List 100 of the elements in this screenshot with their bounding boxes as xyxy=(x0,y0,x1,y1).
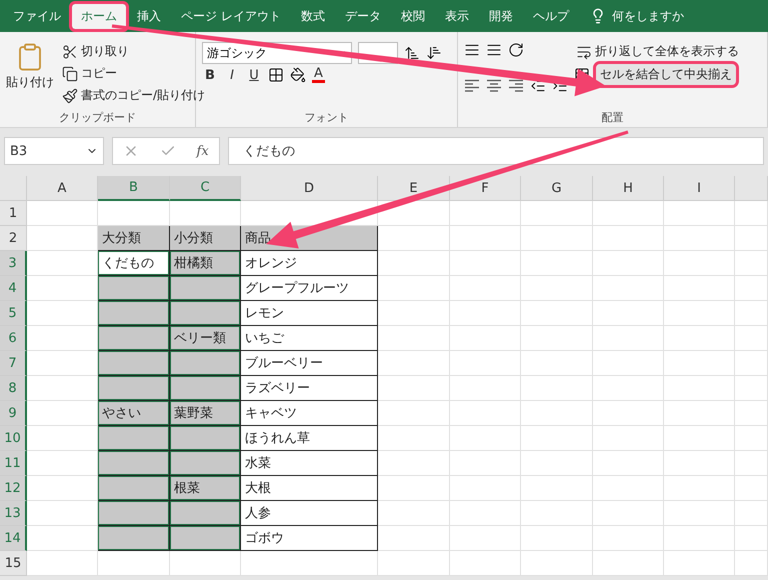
row-header[interactable]: 2 xyxy=(0,226,27,251)
align-right-icon[interactable] xyxy=(508,79,524,93)
table-cell xyxy=(450,426,521,451)
ribbon-tab[interactable]: ヘルプ xyxy=(524,4,578,28)
underline-button[interactable]: U xyxy=(246,68,262,82)
group-label: フォント xyxy=(304,110,348,125)
table-cell: 大分類 xyxy=(98,226,170,251)
align-middle-icon xyxy=(486,42,502,58)
table-cell xyxy=(521,301,593,326)
paste-button[interactable]: 貼り付け xyxy=(6,42,54,110)
table-cell: ゴボウ xyxy=(241,526,378,551)
copy-button[interactable]: コピー xyxy=(60,64,119,83)
table-cell xyxy=(27,401,98,426)
formula-field[interactable]: くだもの xyxy=(228,137,764,165)
table-cell xyxy=(521,326,593,351)
merge-center-button[interactable]: セルを結合して中央揃え xyxy=(596,64,736,85)
row-header[interactable]: 6 xyxy=(0,326,27,351)
table-cell xyxy=(450,301,521,326)
table-cell xyxy=(378,526,450,551)
row-header[interactable]: 13 xyxy=(0,501,27,526)
table-cell xyxy=(450,326,521,351)
format-painter-button[interactable]: 書式のコピー/貼り付け xyxy=(60,86,208,105)
borders-icon xyxy=(268,67,284,83)
ribbon-tab[interactable]: 開発 xyxy=(480,4,522,28)
ribbon-tab[interactable]: ホーム xyxy=(72,4,126,28)
table-cell xyxy=(593,526,664,551)
table-cell xyxy=(27,276,98,301)
row-header[interactable]: 12 xyxy=(0,476,27,501)
table-cell xyxy=(735,301,768,326)
ribbon-tab[interactable]: ファイル xyxy=(4,4,70,28)
align-center-icon[interactable] xyxy=(486,79,502,93)
table-cell xyxy=(378,326,450,351)
table-cell: 根菜 xyxy=(170,476,241,501)
table-cell xyxy=(378,476,450,501)
table-cell xyxy=(593,201,664,226)
table-cell xyxy=(378,251,450,276)
column-header[interactable]: I xyxy=(664,176,735,201)
table-cell xyxy=(27,201,98,226)
align-top-icon xyxy=(464,42,480,58)
table-cell xyxy=(450,226,521,251)
table-cell xyxy=(450,451,521,476)
row-header[interactable]: 11 xyxy=(0,451,27,476)
bold-button[interactable]: B xyxy=(202,68,218,82)
ribbon-tab[interactable]: 挿入 xyxy=(128,4,170,28)
table-cell xyxy=(521,426,593,451)
table-cell xyxy=(27,451,98,476)
table-cell xyxy=(521,201,593,226)
table-cell xyxy=(735,326,768,351)
table-cell xyxy=(664,526,735,551)
tell-me-field[interactable]: 何をしますか xyxy=(612,8,684,24)
table-cell xyxy=(664,301,735,326)
ribbon-tab[interactable]: 表示 xyxy=(436,4,478,28)
ribbon-tab[interactable]: データ xyxy=(336,4,390,28)
table-cell xyxy=(450,526,521,551)
table-cell xyxy=(521,251,593,276)
row-header[interactable]: 15 xyxy=(0,551,27,576)
column-header[interactable]: D xyxy=(241,176,378,201)
table-cell xyxy=(450,501,521,526)
italic-button[interactable]: I xyxy=(224,68,240,82)
shrink-font-icon xyxy=(426,45,442,61)
column-header[interactable]: A xyxy=(27,176,98,201)
table-cell xyxy=(593,251,664,276)
name-box[interactable]: B3 xyxy=(4,137,104,165)
table-cell xyxy=(735,476,768,501)
column-header[interactable]: C xyxy=(170,176,241,201)
table-cell xyxy=(593,376,664,401)
row-header[interactable]: 8 xyxy=(0,376,27,401)
row-header[interactable]: 7 xyxy=(0,351,27,376)
align-left-icon[interactable] xyxy=(464,79,480,93)
row-header[interactable]: 9 xyxy=(0,401,27,426)
table-cell xyxy=(450,476,521,501)
table-cell: ベリー類 xyxy=(170,326,241,351)
column-header[interactable]: B xyxy=(98,176,170,201)
table-cell xyxy=(450,251,521,276)
table-cell xyxy=(521,276,593,301)
cut-button[interactable]: 切り取り xyxy=(60,42,131,61)
table-cell xyxy=(735,201,768,226)
row-header[interactable]: 4 xyxy=(0,276,27,301)
font-color-button[interactable]: A xyxy=(312,67,325,83)
table-cell xyxy=(378,551,450,576)
row-header[interactable]: 3 xyxy=(0,251,27,276)
table-cell xyxy=(735,426,768,451)
ribbon-tab[interactable]: 数式 xyxy=(292,4,334,28)
table-cell xyxy=(27,326,98,351)
table-cell: 柑橘類 xyxy=(170,251,241,276)
row-header[interactable]: 10 xyxy=(0,426,27,451)
table-cell xyxy=(664,276,735,301)
table-cell xyxy=(735,401,768,426)
column-header[interactable]: H xyxy=(593,176,664,201)
ribbon-tab[interactable]: 校閲 xyxy=(392,4,434,28)
table-cell xyxy=(521,401,593,426)
fill-color-icon xyxy=(290,67,306,83)
column-header[interactable]: G xyxy=(521,176,593,201)
insert-function-button[interactable]: fx xyxy=(196,144,209,158)
orientation-icon xyxy=(508,42,524,58)
row-header[interactable]: 5 xyxy=(0,301,27,326)
ribbon-tab[interactable]: ページ レイアウト xyxy=(172,4,290,28)
row-header[interactable]: 1 xyxy=(0,201,27,226)
wrap-text-button[interactable]: 折り返して全体を表示する xyxy=(574,42,741,61)
row-header[interactable]: 14 xyxy=(0,526,27,551)
